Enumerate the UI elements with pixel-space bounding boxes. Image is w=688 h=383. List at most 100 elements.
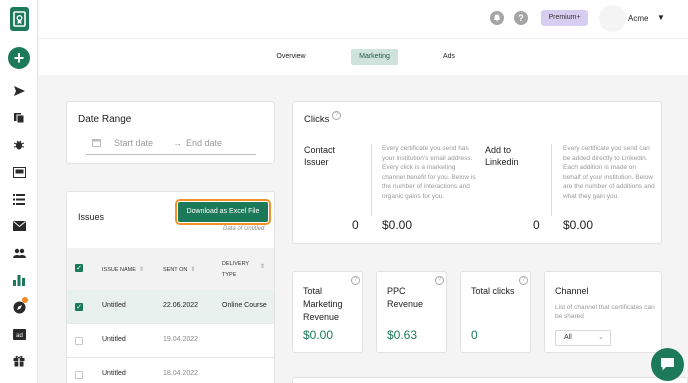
contact-issuer-description: Every certificate you send has your inst… (382, 145, 476, 200)
column-delivery-type-label-2: TYPE (222, 272, 237, 278)
ppc-revenue-title: PPC Revenue (387, 285, 423, 311)
svg-text:ad: ad (16, 333, 23, 339)
contact-issuer-label-1: Contact (304, 145, 336, 155)
divider (371, 144, 372, 216)
row-checkbox[interactable]: ✓ (75, 303, 83, 311)
ppc-revenue-value: $0.63 (387, 328, 418, 342)
contact-issuer-label-2: Issuer (304, 157, 329, 167)
issue-name-cell: Untitled (102, 302, 126, 309)
tab-marketing[interactable]: Marketing (351, 49, 398, 65)
contact-issuer-count: 0 (352, 218, 359, 232)
contact-issuer-value: $0.00 (382, 218, 413, 232)
chevron-down-icon: ⌄ (598, 334, 604, 341)
total-clicks-title: Total clicks (471, 286, 515, 296)
column-delivery-type-label-1: DELIVERY (222, 261, 250, 267)
calendar-icon (92, 138, 101, 149)
total-clicks-card: Total clicks ? 0 (460, 271, 531, 353)
clicks-card: Clicks ? Contact Issuer Every certificat… (292, 101, 662, 244)
column-sent-on[interactable]: SENT ON ⇕ (163, 266, 195, 273)
column-sent-on-label: SENT ON (163, 267, 188, 273)
top-bar: ? Premium+ Acme ▼ (39, 0, 688, 38)
help-icon[interactable]: ? (332, 111, 341, 120)
premium-button[interactable]: Premium+ (541, 10, 588, 26)
add-to-linkedin-count: 0 (533, 218, 540, 232)
help-icon[interactable]: ? (351, 276, 360, 285)
row-checkbox[interactable] (75, 337, 83, 345)
column-issue-name-label: ISSUE NAME (102, 267, 136, 273)
date-range-picker[interactable]: Start date → End date (86, 135, 256, 155)
user-menu-caret-icon[interactable]: ▼ (657, 13, 665, 22)
divider (551, 144, 552, 216)
issue-name-cell: Untitled (102, 370, 126, 377)
table-header: ✓ ISSUE NAME ⇕ SENT ON ⇕ DELIVERY TYPE ⇕ (67, 248, 274, 290)
sent-on-cell: 18.04.2022 (163, 370, 199, 377)
channel-description: List of channel that certificates can be… (555, 304, 655, 320)
end-date-input[interactable]: End date (186, 138, 222, 148)
chat-icon[interactable] (651, 348, 684, 381)
total-marketing-revenue-title-1: Total (303, 286, 323, 296)
ad-icon[interactable]: ad (11, 326, 27, 342)
total-marketing-revenue-title: Total Marketing Revenue (303, 285, 343, 324)
total-marketing-revenue-title-3: Revenue (303, 312, 340, 322)
bottom-card (292, 377, 688, 383)
date-range-title: Date Range (78, 114, 132, 125)
copies-icon[interactable] (11, 110, 27, 126)
download-excel-button[interactable]: Download as Excel File (175, 199, 271, 225)
certificate-icon[interactable] (11, 164, 27, 180)
date-range-card: Date Range Start date → End date (66, 101, 275, 164)
sort-icon: ⇕ (138, 267, 144, 273)
table-row[interactable]: Untitled 18.04.2022 (67, 358, 274, 383)
contact-issuer-label: Contact Issuer (304, 144, 335, 168)
sort-icon[interactable]: ⇕ (260, 263, 265, 270)
issues-card: Issues Download as Excel File Data of Un… (66, 191, 275, 383)
sent-on-cell: 19.04.2022 (163, 336, 199, 343)
ppc-revenue-title-1: PPC (387, 286, 406, 296)
total-marketing-revenue-value: $0.00 (303, 328, 334, 342)
premium-suffix: + (576, 14, 581, 21)
help-icon[interactable]: ? (519, 276, 528, 285)
gift-icon[interactable] (11, 353, 27, 369)
bug-icon[interactable] (11, 137, 27, 153)
add-to-linkedin-label-1: Add to (485, 145, 512, 155)
sort-icon: ⇕ (190, 267, 196, 273)
tab-ads[interactable]: Ads (434, 49, 464, 65)
avatar[interactable] (599, 5, 626, 32)
help-icon[interactable]: ? (514, 11, 528, 25)
add-to-linkedin-label-2: Linkedin (485, 157, 519, 167)
column-delivery-type[interactable]: DELIVERY TYPE (222, 259, 249, 281)
select-all-checkbox[interactable]: ✓ (75, 264, 83, 272)
compass-icon[interactable] (11, 297, 28, 315)
start-date-input[interactable]: Start date (114, 138, 153, 148)
user-name[interactable]: Acme (628, 14, 648, 23)
mail-icon[interactable] (11, 218, 27, 234)
row-checkbox[interactable] (75, 371, 83, 379)
channel-title: Channel (555, 286, 589, 296)
date-separator-icon: → (173, 138, 182, 148)
tab-overview[interactable]: Overview (269, 49, 313, 65)
users-icon[interactable] (11, 245, 27, 261)
total-marketing-revenue-title-2: Marketing (303, 299, 343, 309)
add-to-linkedin-value: $0.00 (563, 218, 594, 232)
tabs-row: Overview Marketing Ads (39, 38, 688, 75)
table-row[interactable]: Untitled 19.04.2022 (67, 324, 274, 358)
notification-badge (22, 297, 28, 303)
total-clicks-value: 0 (471, 328, 478, 342)
app-logo-icon[interactable] (10, 7, 29, 31)
premium-label: Premium (548, 14, 577, 21)
bell-icon[interactable] (490, 11, 504, 25)
data-of-label: Data of Untitled (223, 226, 265, 232)
add-icon[interactable]: + (8, 47, 30, 69)
add-to-linkedin-label: Add to Linkedin (485, 144, 519, 168)
ppc-revenue-title-2: Revenue (387, 299, 424, 309)
ppc-revenue-card: PPC Revenue ? $0.63 (376, 271, 447, 353)
analytics-icon[interactable] (11, 272, 27, 288)
channel-select[interactable]: All ⌄ (555, 330, 611, 346)
delivery-type-cell: Online Course (222, 302, 267, 309)
issue-name-cell: Untitled (102, 336, 126, 343)
send-icon[interactable] (11, 83, 27, 99)
column-issue-name[interactable]: ISSUE NAME ⇕ (102, 266, 144, 273)
help-icon[interactable]: ? (435, 276, 444, 285)
table-row[interactable]: ✓ Untitled 22.06.2022 Online Course (67, 290, 274, 324)
channel-card: Channel List of channel that certificate… (544, 271, 662, 353)
list-icon[interactable] (11, 191, 27, 207)
